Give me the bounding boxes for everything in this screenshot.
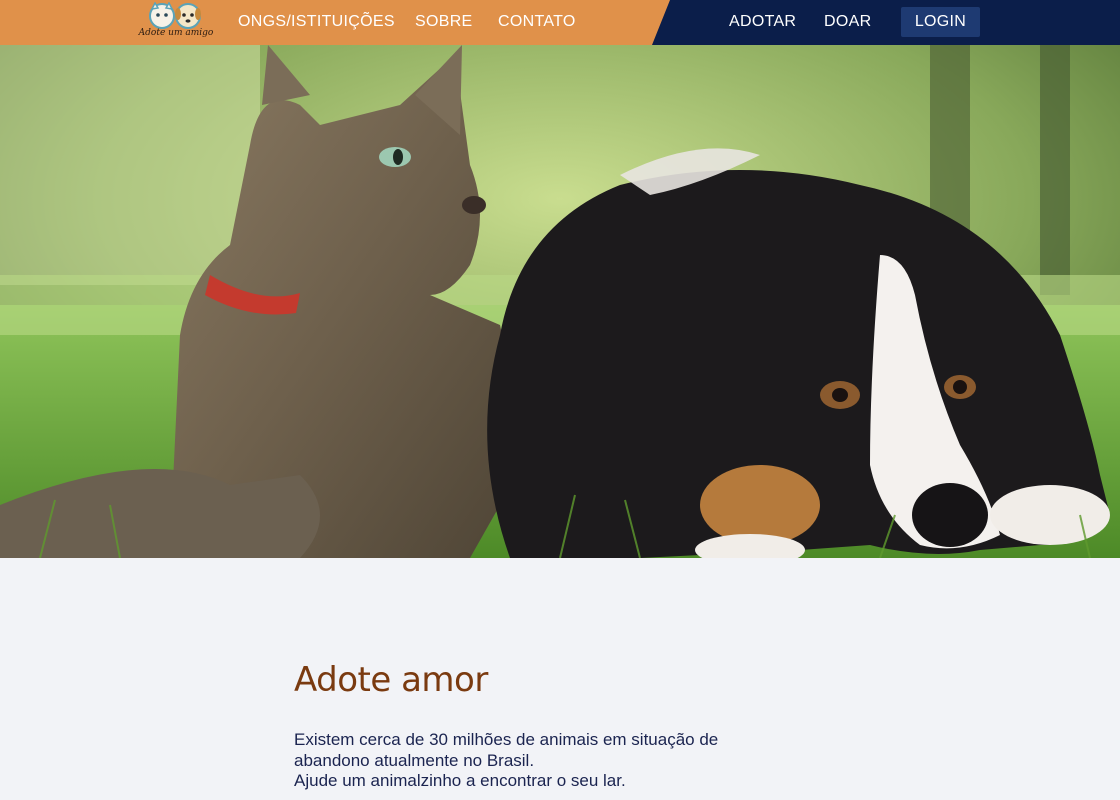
page-headline: Adote amor	[294, 660, 488, 700]
hero-image	[0, 45, 1120, 558]
intro-paragraph: Existem cerca de 30 milhões de animais e…	[294, 730, 814, 792]
intro-line: abandono atualmente no Brasil.	[294, 750, 535, 770]
nav-link-adotar[interactable]: ADOTAR	[729, 13, 796, 31]
intro-line: Ajude um animalzinho a encontrar o seu l…	[294, 771, 626, 790]
logo-text: Adote um amigo	[138, 28, 214, 38]
nav-link-contato[interactable]: CONTATO	[498, 13, 576, 31]
nav-link-sobre[interactable]: SOBRE	[415, 13, 473, 31]
login-button[interactable]: LOGIN	[901, 7, 980, 37]
cat-and-puppy-photo	[0, 45, 1120, 558]
main-content: Adote amor Existem cerca de 30 milhões d…	[294, 660, 814, 792]
nav-link-ongs[interactable]: ONGS/ISTITUIÇÕES	[238, 13, 395, 31]
nav-link-doar[interactable]: DOAR	[824, 13, 871, 31]
intro-line: Existem cerca de 30 milhões de animais e…	[294, 730, 719, 749]
site-logo[interactable]: Adote um amigo	[138, 1, 214, 42]
top-navbar: Adote um amigo ONGS/ISTITUIÇÕES SOBRE CO…	[0, 0, 1120, 45]
